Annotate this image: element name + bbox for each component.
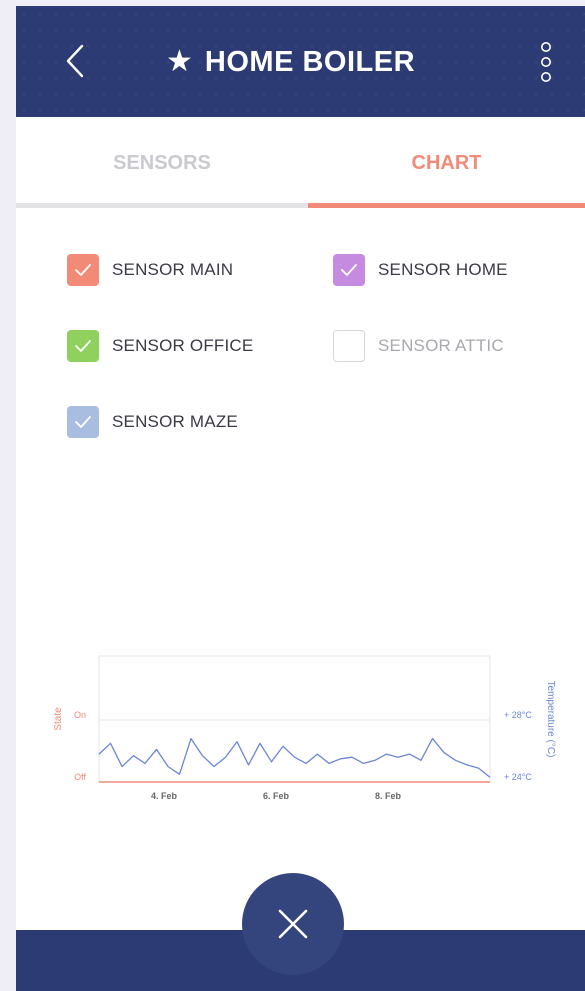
chevron-left-icon	[66, 44, 84, 78]
sensor-label: SENSOR MAZE	[112, 412, 238, 431]
chart-svg: State On Off + 28°C + 24°C Temperature (…	[53, 655, 556, 801]
plot-area-border	[98, 655, 491, 783]
page-title: HOME BOILER	[204, 45, 416, 78]
left-axis-title: State	[53, 707, 64, 731]
tab-indicator-active	[308, 203, 585, 208]
star-icon: ★	[166, 44, 193, 79]
right-tick-24: + 24°C	[504, 772, 532, 782]
sensor-label: SENSOR MAIN	[112, 260, 234, 279]
right-axis-title: Temperature (°C)	[545, 681, 556, 758]
x-tick: 4. Feb	[151, 791, 178, 801]
check-icon	[341, 264, 357, 276]
tab-chart[interactable]: CHART	[308, 117, 585, 209]
header-title: ★ HOME BOILER	[166, 40, 415, 84]
tab-sensors[interactable]: SENSORS	[16, 117, 308, 209]
app-screen: ★ HOME BOILER SENSORS CHART SENSOR MAIN …	[16, 6, 585, 991]
left-tick-on: On	[74, 710, 86, 720]
sensor-main-checkbox[interactable]: SENSOR MAIN	[67, 254, 233, 286]
checkbox-box	[67, 406, 99, 438]
sensor-label: SENSOR OFFICE	[112, 336, 254, 355]
check-icon	[75, 340, 91, 352]
left-tick-off: Off	[74, 772, 86, 782]
checkbox-box	[67, 254, 99, 286]
more-options-button[interactable]	[536, 38, 556, 86]
tab-indicator-inactive	[16, 203, 308, 208]
sensor-attic-checkbox[interactable]: SENSOR ATTIC	[333, 330, 504, 362]
temperature-chart: State On Off + 28°C + 24°C Temperature (…	[16, 646, 585, 816]
more-vertical-icon	[541, 42, 551, 82]
tab-bar: SENSORS CHART	[16, 117, 585, 209]
checkbox-box	[333, 254, 365, 286]
temperature-series-line	[98, 737, 491, 778]
sensor-home-checkbox[interactable]: SENSOR HOME	[333, 254, 508, 286]
close-button[interactable]	[242, 873, 344, 975]
check-icon	[75, 264, 91, 276]
checkbox-box	[67, 330, 99, 362]
sensor-label: SENSOR ATTIC	[378, 336, 504, 355]
right-tick-28: + 28°C	[504, 710, 532, 720]
x-tick: 8. Feb	[375, 791, 402, 801]
header-bar: ★ HOME BOILER	[16, 6, 585, 117]
back-button[interactable]	[60, 40, 96, 82]
check-icon	[75, 416, 91, 428]
close-icon	[278, 909, 308, 939]
sensor-maze-checkbox[interactable]: SENSOR MAZE	[67, 406, 238, 438]
x-tick: 6. Feb	[263, 791, 290, 801]
checkbox-box	[333, 330, 365, 362]
sensor-label: SENSOR HOME	[378, 260, 508, 279]
sensor-office-checkbox[interactable]: SENSOR OFFICE	[67, 330, 253, 362]
